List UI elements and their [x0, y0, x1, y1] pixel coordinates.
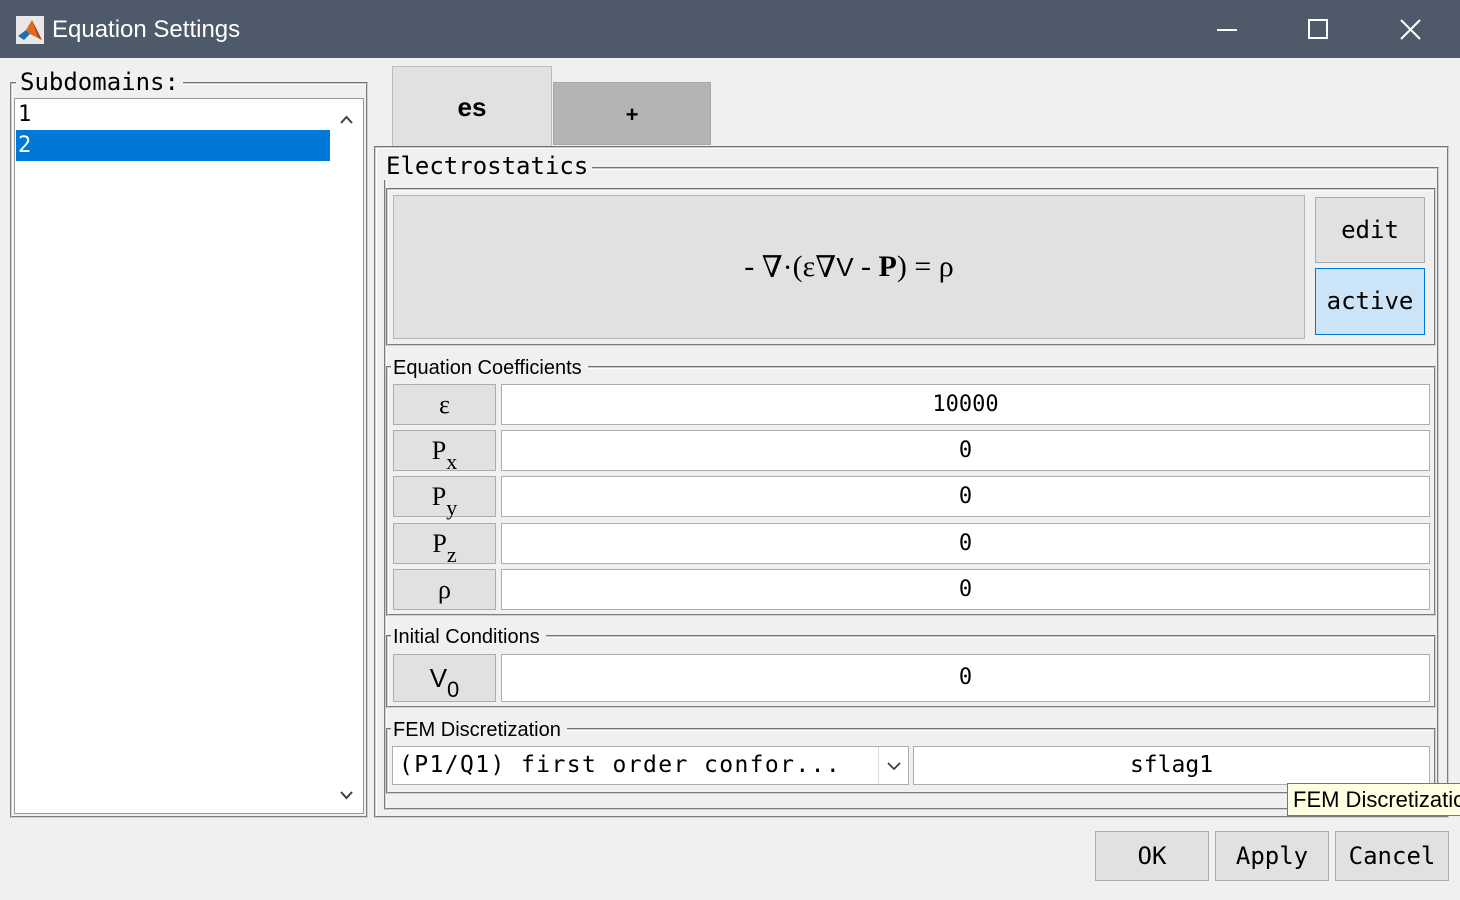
eq-polarization: P: [878, 250, 897, 283]
coef-symbol: ε: [439, 390, 450, 419]
coef-field-rho[interactable]: 0: [501, 569, 1430, 610]
coef-symbol: P: [432, 529, 447, 558]
eq-minus-2: -: [853, 250, 879, 283]
equation-text: - ∇·(ε ∇ V - P) = ρ: [394, 196, 1304, 338]
fem-select-value: (P1/Q1) first order confor...: [399, 752, 842, 778]
window-title: Equation Settings: [52, 16, 241, 43]
coef-field-px[interactable]: 0: [501, 430, 1430, 471]
init-field-v0[interactable]: 0: [501, 654, 1430, 702]
close-button[interactable]: [1366, 0, 1458, 58]
eq-gradient: ∇: [815, 250, 837, 284]
fem-order-select[interactable]: (P1/Q1) first order confor...: [392, 746, 909, 785]
minimize-icon: [1217, 29, 1237, 31]
eq-equals: =: [906, 250, 939, 283]
eq-minus: -: [744, 250, 755, 283]
coef-symbol: ρ: [438, 575, 451, 604]
equation-display: - ∇·(ε ∇ V - P) = ρ: [393, 195, 1305, 339]
eq-epsilon: ε: [802, 250, 816, 283]
close-icon: [1400, 19, 1421, 40]
chevron-down-icon: [340, 791, 353, 800]
eq-open-paren: (: [792, 250, 803, 283]
init-subscript: 0: [447, 677, 460, 702]
ok-button[interactable]: OK: [1095, 831, 1209, 881]
scroll-down-button[interactable]: [330, 779, 363, 813]
active-toggle-button[interactable]: active: [1315, 268, 1425, 335]
coefficients-label: Equation Coefficients: [391, 356, 588, 380]
fem-label: FEM Discretization: [391, 718, 567, 742]
initial-conditions-label: Initial Conditions: [391, 625, 546, 649]
matlab-logo-icon: [16, 16, 44, 44]
coef-field-epsilon[interactable]: 10000: [501, 384, 1430, 425]
subdomains-label: Subdomains:: [16, 68, 183, 96]
chevron-down-icon: [887, 762, 901, 771]
dropdown-button[interactable]: [878, 747, 908, 784]
coef-label-epsilon[interactable]: ε: [393, 384, 496, 425]
coef-label-py[interactable]: Py: [393, 476, 496, 520]
coef-label-pz[interactable]: Pz: [393, 523, 496, 567]
physics-label: Electrostatics: [382, 152, 593, 180]
apply-button[interactable]: Apply: [1215, 831, 1329, 881]
eq-close-paren: ): [896, 250, 907, 283]
coef-symbol: P: [431, 436, 447, 465]
minimize-button[interactable]: [1180, 0, 1272, 58]
eq-divergence: ∇·: [761, 250, 793, 284]
tab-add[interactable]: +: [553, 82, 711, 145]
eq-potential: V: [836, 251, 854, 282]
init-symbol: V: [429, 663, 448, 693]
chevron-up-icon: [340, 115, 353, 124]
maximize-icon: [1308, 19, 1328, 39]
tab-es[interactable]: es: [392, 66, 552, 146]
coef-symbol: P: [431, 482, 447, 511]
subdomain-item-2[interactable]: 2: [16, 130, 331, 161]
edit-button[interactable]: edit: [1315, 197, 1425, 263]
subdomain-item-1[interactable]: 1: [16, 99, 331, 130]
coef-label-rho[interactable]: ρ: [393, 569, 496, 610]
list-scrollbar[interactable]: [330, 99, 363, 813]
eq-rho: ρ: [938, 250, 954, 283]
subdomain-listbox[interactable]: 1 2: [14, 98, 364, 814]
cancel-button[interactable]: Cancel: [1335, 831, 1449, 881]
coef-field-pz[interactable]: 0: [501, 523, 1430, 564]
coef-label-px[interactable]: Px: [393, 430, 496, 474]
scroll-up-button[interactable]: [330, 102, 363, 136]
fem-shape-flag-field[interactable]: sflag1: [913, 746, 1430, 785]
coef-subscript: z: [446, 542, 457, 567]
coef-subscript: x: [446, 449, 458, 474]
coef-subscript: y: [446, 495, 458, 520]
coef-field-py[interactable]: 0: [501, 476, 1430, 517]
maximize-button[interactable]: [1272, 0, 1364, 58]
init-label-v0[interactable]: V0: [393, 654, 496, 702]
tooltip: FEM Discretization: [1287, 783, 1460, 816]
